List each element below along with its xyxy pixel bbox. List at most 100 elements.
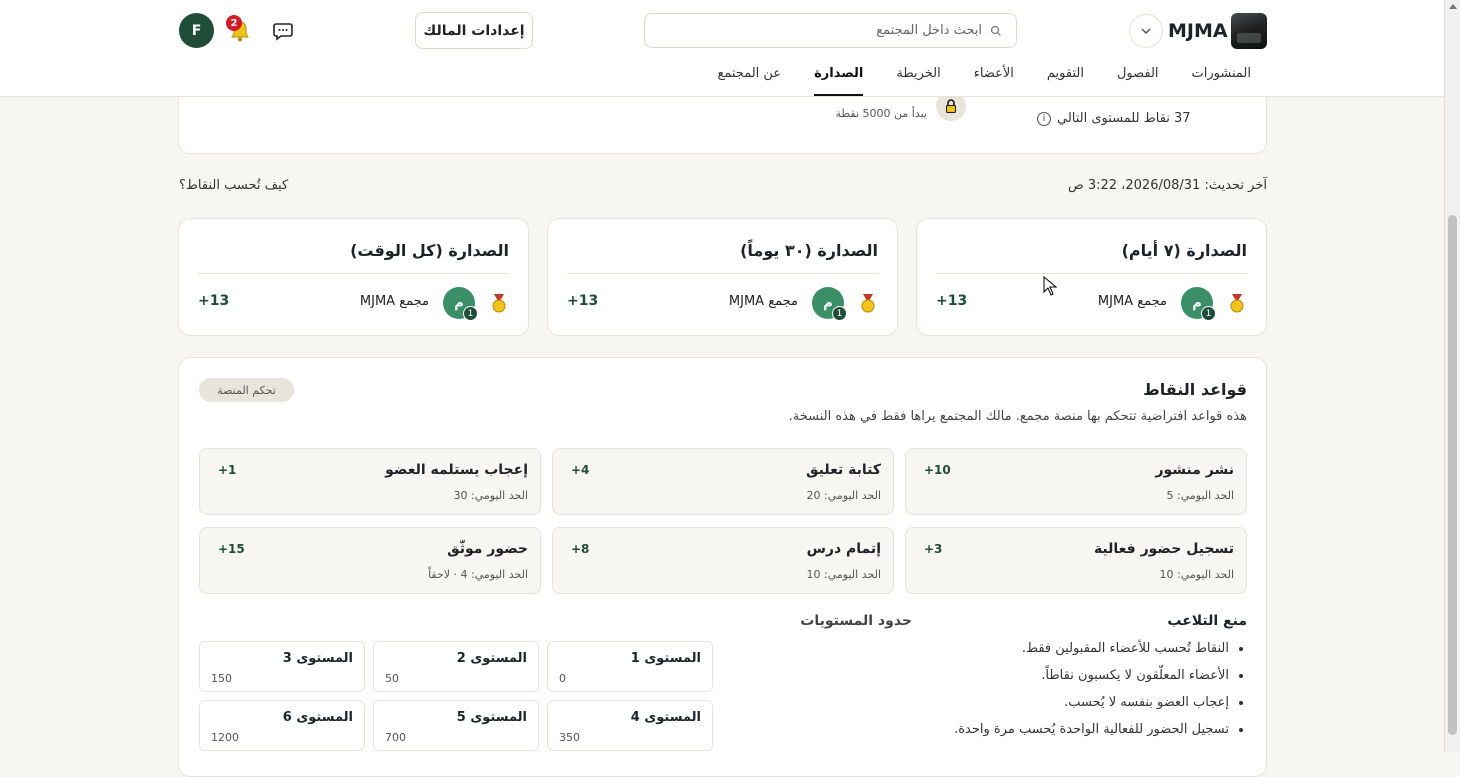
level-min-points: 700 [385,731,406,744]
page-scrollbar[interactable] [1444,0,1460,752]
scrollbar-thumb[interactable] [1448,215,1457,735]
info-icon[interactable]: i [1037,111,1051,126]
level-min-points: 50 [385,672,399,685]
rule-name: إعجاب يستلمه العضو [385,462,528,478]
leaderboard-row[interactable]: م 1 مجمع MJMA +13 [198,287,509,321]
rule-card-event-checkin: تسجيل حضور فعالية الحد اليومي: 10 +3 [905,527,1247,594]
rule-points: +15 [218,542,245,556]
member-name[interactable]: مجمع MJMA [1098,294,1167,309]
level-card: المستوى 6 1200 [199,700,365,751]
owner-settings-button[interactable]: إعدادات المالك [415,12,533,49]
tab-members[interactable]: الأعضاء [974,66,1014,96]
level-min-points: 350 [559,731,580,744]
divider [198,273,509,274]
community-search[interactable] [644,13,1017,48]
rule-daily-limit: الحد اليومي: 4 · لاحقاً [428,568,528,581]
rule-name: إتمام درس [806,541,881,557]
leaderboard-row[interactable]: م 1 مجمع MJMA +13 [936,287,1247,321]
rule-name: تسجيل حضور فعالية [1093,541,1234,557]
leaderboard-title: الصدارة (كل الوقت) [350,241,509,260]
level-card: المستوى 2 50 [373,641,539,692]
leaderboard-all-time: الصدارة (كل الوقت) م 1 مجمع MJMA +13 [178,218,529,336]
rule-points: +4 [571,463,590,477]
level-card: المستوى 1 0 [547,641,713,692]
anti-abuse-list: النقاط تُحسب للأعضاء المقبولين فقط. الأع… [954,641,1247,749]
member-points: +13 [936,293,968,309]
search-icon [990,25,1001,36]
rule-card-post: نشر منشور الحد اليومي: 5 +10 [905,448,1247,515]
level-name: المستوى 4 [630,710,701,725]
tab-calendar[interactable]: التقويم [1047,66,1084,96]
top-header: MJMA إعدادات المالك 2 F المنشورات الفصول… [0,0,1444,97]
rules-description: هذه قواعد افتراضية تتحكم بها منصة مجمع. … [788,409,1247,424]
rule-daily-limit: الحد اليومي: 10 [806,568,881,581]
locked-level-threshold: يبدأ من 5000 نقطة [835,107,927,120]
rule-card-verified-attendance: حضور موثّق الحد اليومي: 4 · لاحقاً +15 [199,527,541,594]
medal-icon [861,294,875,313]
member-points: +13 [198,293,230,309]
tab-posts[interactable]: المنشورات [1192,66,1251,96]
list-item: النقاط تُحسب للأعضاء المقبولين فقط. [954,641,1229,668]
rule-daily-limit: الحد اليومي: 10 [1159,568,1234,581]
rule-card-like: إعجاب يستلمه العضو الحد اليومي: 30 +1 [199,448,541,515]
level-min-points: 0 [559,672,566,685]
tab-map[interactable]: الخريطة [896,66,940,96]
level-card: المستوى 3 150 [199,641,365,692]
level-min-points: 150 [211,672,232,685]
level-card: المستوى 5 700 [373,700,539,751]
chevron-down-icon [1141,28,1151,35]
rank-badge: 1 [832,306,847,321]
tab-classroom[interactable]: الفصول [1117,66,1159,96]
rule-daily-limit: الحد اليومي: 5 [1166,489,1234,502]
level-name: المستوى 3 [282,651,353,666]
rule-points: +10 [924,463,951,477]
leaderboard-title: الصدارة (٣٠ يوماً) [740,241,878,260]
chat-icon[interactable] [272,20,294,42]
next-level-text: 37 نقاط للمستوى التالي [1057,111,1191,126]
level-name: المستوى 5 [456,710,527,725]
rule-daily-limit: الحد اليومي: 30 [453,489,528,502]
how-points-calculated-link[interactable]: كيف تُحسب النقاط؟ [179,178,288,193]
tab-leaderboard[interactable]: الصدارة [814,66,864,96]
rule-name: نشر منشور [1155,462,1234,478]
community-logo[interactable] [1231,13,1267,49]
rule-daily-limit: الحد اليومي: 20 [806,489,881,502]
rule-card-comment: كتابة تعليق الحد اليومي: 20 +4 [552,448,894,515]
list-item: الأعضاء المعلّقون لا يكسبون نقاطاً. [954,668,1229,695]
community-nav: المنشورات الفصول التقويم الأعضاء الخريطة… [717,66,1251,96]
community-switcher-button[interactable] [1129,14,1163,48]
level-name: المستوى 6 [282,710,353,725]
leaderboard-row[interactable]: م 1 مجمع MJMA +13 [567,287,878,321]
list-item: إعجاب العضو بنفسه لا يُحسب. [954,695,1229,722]
rank-badge: 1 [1201,306,1216,321]
level-name: المستوى 1 [630,651,701,666]
community-name[interactable]: MJMA [1168,19,1228,43]
rules-title: قواعد النقاط [1143,380,1247,399]
platform-control-badge: تحكم المنصة [199,378,294,402]
medal-icon [492,294,506,313]
search-input[interactable] [659,22,984,39]
member-name[interactable]: مجمع MJMA [729,294,798,309]
leaderboard-title: الصدارة (٧ أيام) [1121,241,1247,260]
points-to-next-level: 37 نقاط للمستوى التالي i [1037,111,1191,126]
scroll-up-arrow-icon[interactable] [1449,4,1457,9]
mouse-cursor-icon [1043,276,1057,296]
divider [567,273,878,274]
leaderboard-7-days: الصدارة (٧ أيام) م 1 مجمع MJMA +13 [916,218,1267,336]
list-item: تسجيل الحضور للفعالية الواحدة يُحسب مرة … [954,722,1229,749]
level-card: المستوى 4 350 [547,700,713,751]
points-rules-panel: قواعد النقاط هذه قواعد افتراضية تتحكم به… [178,357,1267,777]
member-name[interactable]: مجمع MJMA [360,294,429,309]
rule-points: +1 [218,463,237,477]
rule-name: حضور موثّق [447,541,528,557]
rule-card-lesson: إتمام درس الحد اليومي: 10 +8 [552,527,894,594]
rank-badge: 1 [463,306,478,321]
rule-name: كتابة تعليق [806,462,881,478]
divider [936,273,1247,274]
user-avatar[interactable]: F [179,13,214,48]
level-name: المستوى 2 [456,651,527,666]
level-min-points: 1200 [211,731,239,744]
tab-about[interactable]: عن المجتمع [717,66,781,96]
rule-points: +3 [924,542,943,556]
medal-icon [1230,294,1244,313]
